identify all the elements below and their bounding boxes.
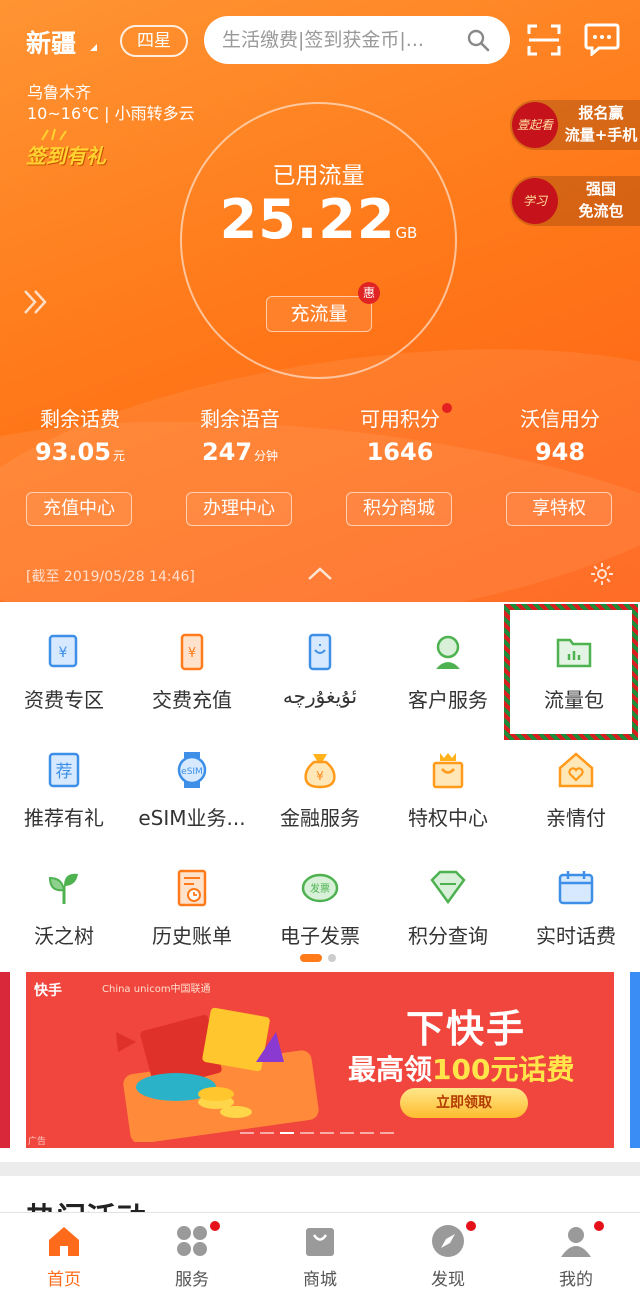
service-e-invoice[interactable]: 发票 电子发票: [256, 840, 384, 958]
home-icon: [49, 1227, 79, 1256]
service-pay-recharge[interactable]: ¥ 交费充值: [128, 604, 256, 722]
money-bag-icon: ¥: [304, 754, 336, 789]
scan-icon[interactable]: [526, 22, 562, 58]
expand-chevrons-icon[interactable]: [22, 288, 50, 316]
compass-icon: [432, 1225, 464, 1257]
service-recommend[interactable]: 荐 推荐有礼: [0, 722, 128, 840]
crown-bag-icon: [432, 753, 464, 789]
service-uyghur[interactable]: ئۇيغۇرچە: [256, 604, 384, 722]
notification-dot: [208, 1219, 222, 1233]
profile-icon: [561, 1227, 591, 1257]
service-bill-history[interactable]: 历史账单: [128, 840, 256, 958]
tab-home[interactable]: 首页: [0, 1213, 128, 1292]
last-updated: [截至 2019/05/28 14:46]: [26, 569, 195, 585]
svg-text:¥: ¥: [59, 645, 68, 661]
service-esim[interactable]: eSIM eSIM业务...: [128, 722, 256, 840]
service-center-button[interactable]: 办理中心: [186, 492, 292, 526]
tab-mine[interactable]: 我的: [512, 1213, 640, 1292]
notification-dot: [464, 1219, 478, 1233]
promo-avatar: 学习: [512, 178, 558, 224]
region-selector[interactable]: 新疆: [26, 24, 76, 60]
quick-actions: 充值中心 办理中心 积分商城 享特权: [0, 492, 640, 528]
settings-gear-icon[interactable]: [590, 562, 614, 586]
service-customer-care[interactable]: 客户服务: [384, 604, 512, 722]
kuaishou-banner[interactable]: 快手 China unicom中国联通 下快手 最高领100元话费 立即领取 广…: [26, 972, 614, 1148]
ad-tag: 广告: [28, 1137, 47, 1147]
recharge-center-button[interactable]: 充值中心: [26, 492, 132, 526]
weather-text: 10~16℃ | 小雨转多云: [27, 104, 195, 123]
banner-indicator: [240, 1132, 410, 1135]
service-points-query[interactable]: 积分查询: [384, 840, 512, 958]
tab-discover[interactable]: 发现: [384, 1213, 512, 1292]
notification-dot: [592, 1219, 606, 1233]
data-folder-icon: [556, 638, 592, 668]
search-input[interactable]: 生活缴费|签到获金币|...: [204, 16, 510, 64]
banner-brand: 快手: [34, 983, 62, 999]
tab-services[interactable]: 服务: [128, 1213, 256, 1292]
bottom-tab-bar: 首页 服务 商城 发现 我的: [0, 1212, 640, 1292]
svg-text:eSIM: eSIM: [181, 767, 203, 777]
promo-signup-win[interactable]: 壹起看 报名赢 流量+手机: [510, 100, 640, 150]
privileges-button[interactable]: 享特权: [506, 492, 612, 526]
data-usage-value: 25.22GB: [180, 188, 457, 251]
stat-points[interactable]: 可用积分 1646: [320, 403, 480, 466]
grid-pager[interactable]: [300, 954, 340, 962]
phone-yuan-icon: ¥: [180, 633, 204, 671]
points-notification-dot: [442, 403, 452, 413]
account-stats: 剩余话费 93.05 元 剩余语音 247 分钟 可用积分 1646 沃信用分 94…: [0, 403, 640, 473]
promo-xuexi-free-data[interactable]: 学习 强国 免流包: [510, 176, 640, 226]
calendar-icon: [558, 871, 594, 905]
services-grid-icon: [177, 1226, 207, 1256]
svg-text:荐: 荐: [56, 762, 73, 782]
service-tariff-zone[interactable]: ¥ 资费专区: [0, 604, 128, 722]
star-level-badge[interactable]: 四星: [120, 25, 188, 57]
price-tag-icon: ¥: [48, 634, 78, 668]
message-icon[interactable]: [584, 22, 620, 56]
esim-watch-icon: eSIM: [177, 752, 207, 788]
svg-text:发票: 发票: [310, 882, 330, 895]
service-finance[interactable]: ¥ 金融服务: [256, 722, 384, 840]
search-icon[interactable]: [466, 28, 490, 52]
banner-title: 下快手: [406, 1007, 527, 1051]
diamond-icon: [430, 870, 466, 905]
account-header: 新疆 四星 生活缴费|签到获金币|... 乌鲁木齐 10~16℃ | 小雨转多云…: [0, 0, 640, 602]
top-bar: 新疆 四星 生活缴费|签到获金币|...: [0, 0, 640, 80]
sprout-icon: [48, 873, 78, 904]
family-house-icon: [558, 752, 594, 788]
stat-credit[interactable]: 沃信用分 948: [480, 403, 640, 466]
top-up-data-button[interactable]: 充流量: [266, 296, 372, 332]
region-caret-icon[interactable]: [90, 44, 97, 51]
service-family-pay[interactable]: 亲情付: [512, 722, 640, 840]
tab-mall[interactable]: 商城: [256, 1213, 384, 1292]
customer-service-icon: [436, 635, 460, 669]
service-realtime-fee[interactable]: 实时话费: [512, 840, 640, 958]
shopping-bag-icon: [306, 1228, 334, 1256]
stat-balance[interactable]: 剩余话费 93.05 元: [0, 403, 160, 466]
bill-history-icon: [177, 869, 207, 907]
banner-next-peek[interactable]: [630, 972, 640, 1148]
points-mall-button[interactable]: 积分商城: [346, 492, 452, 526]
data-usage-title: 已用流量: [272, 163, 365, 189]
banner-prev-peek[interactable]: [0, 972, 10, 1148]
uyghur-phone-icon: [308, 633, 332, 671]
banner-claim-button[interactable]: 立即领取: [400, 1088, 528, 1118]
e-invoice-icon: 发票: [301, 873, 339, 903]
search-placeholder: 生活缴费|签到获金币|...: [222, 29, 424, 51]
signin-reward-link[interactable]: 签到有礼: [26, 140, 106, 169]
collapse-caret-icon[interactable]: [306, 566, 334, 582]
red-envelope-coins-illustration: [116, 1007, 319, 1142]
svg-text:¥: ¥: [188, 646, 196, 661]
discount-badge: 惠: [358, 282, 380, 304]
hot-activities-section: 热门活动: [0, 1176, 640, 1216]
promo-avatar: 壹起看: [512, 102, 558, 148]
service-wo-tree[interactable]: 沃之树: [0, 840, 128, 958]
recommend-icon: 荐: [48, 752, 80, 788]
banner-subtitle: 最高领100元话费: [348, 1053, 575, 1086]
svg-text:¥: ¥: [316, 769, 324, 783]
data-usage-unit: GB: [395, 224, 418, 242]
service-data-pack[interactable]: 流量包: [510, 604, 638, 722]
service-privilege-center[interactable]: 特权中心: [384, 722, 512, 840]
data-usage-number: 25.22: [219, 188, 396, 251]
stat-voice[interactable]: 剩余语音 247 分钟: [160, 403, 320, 466]
